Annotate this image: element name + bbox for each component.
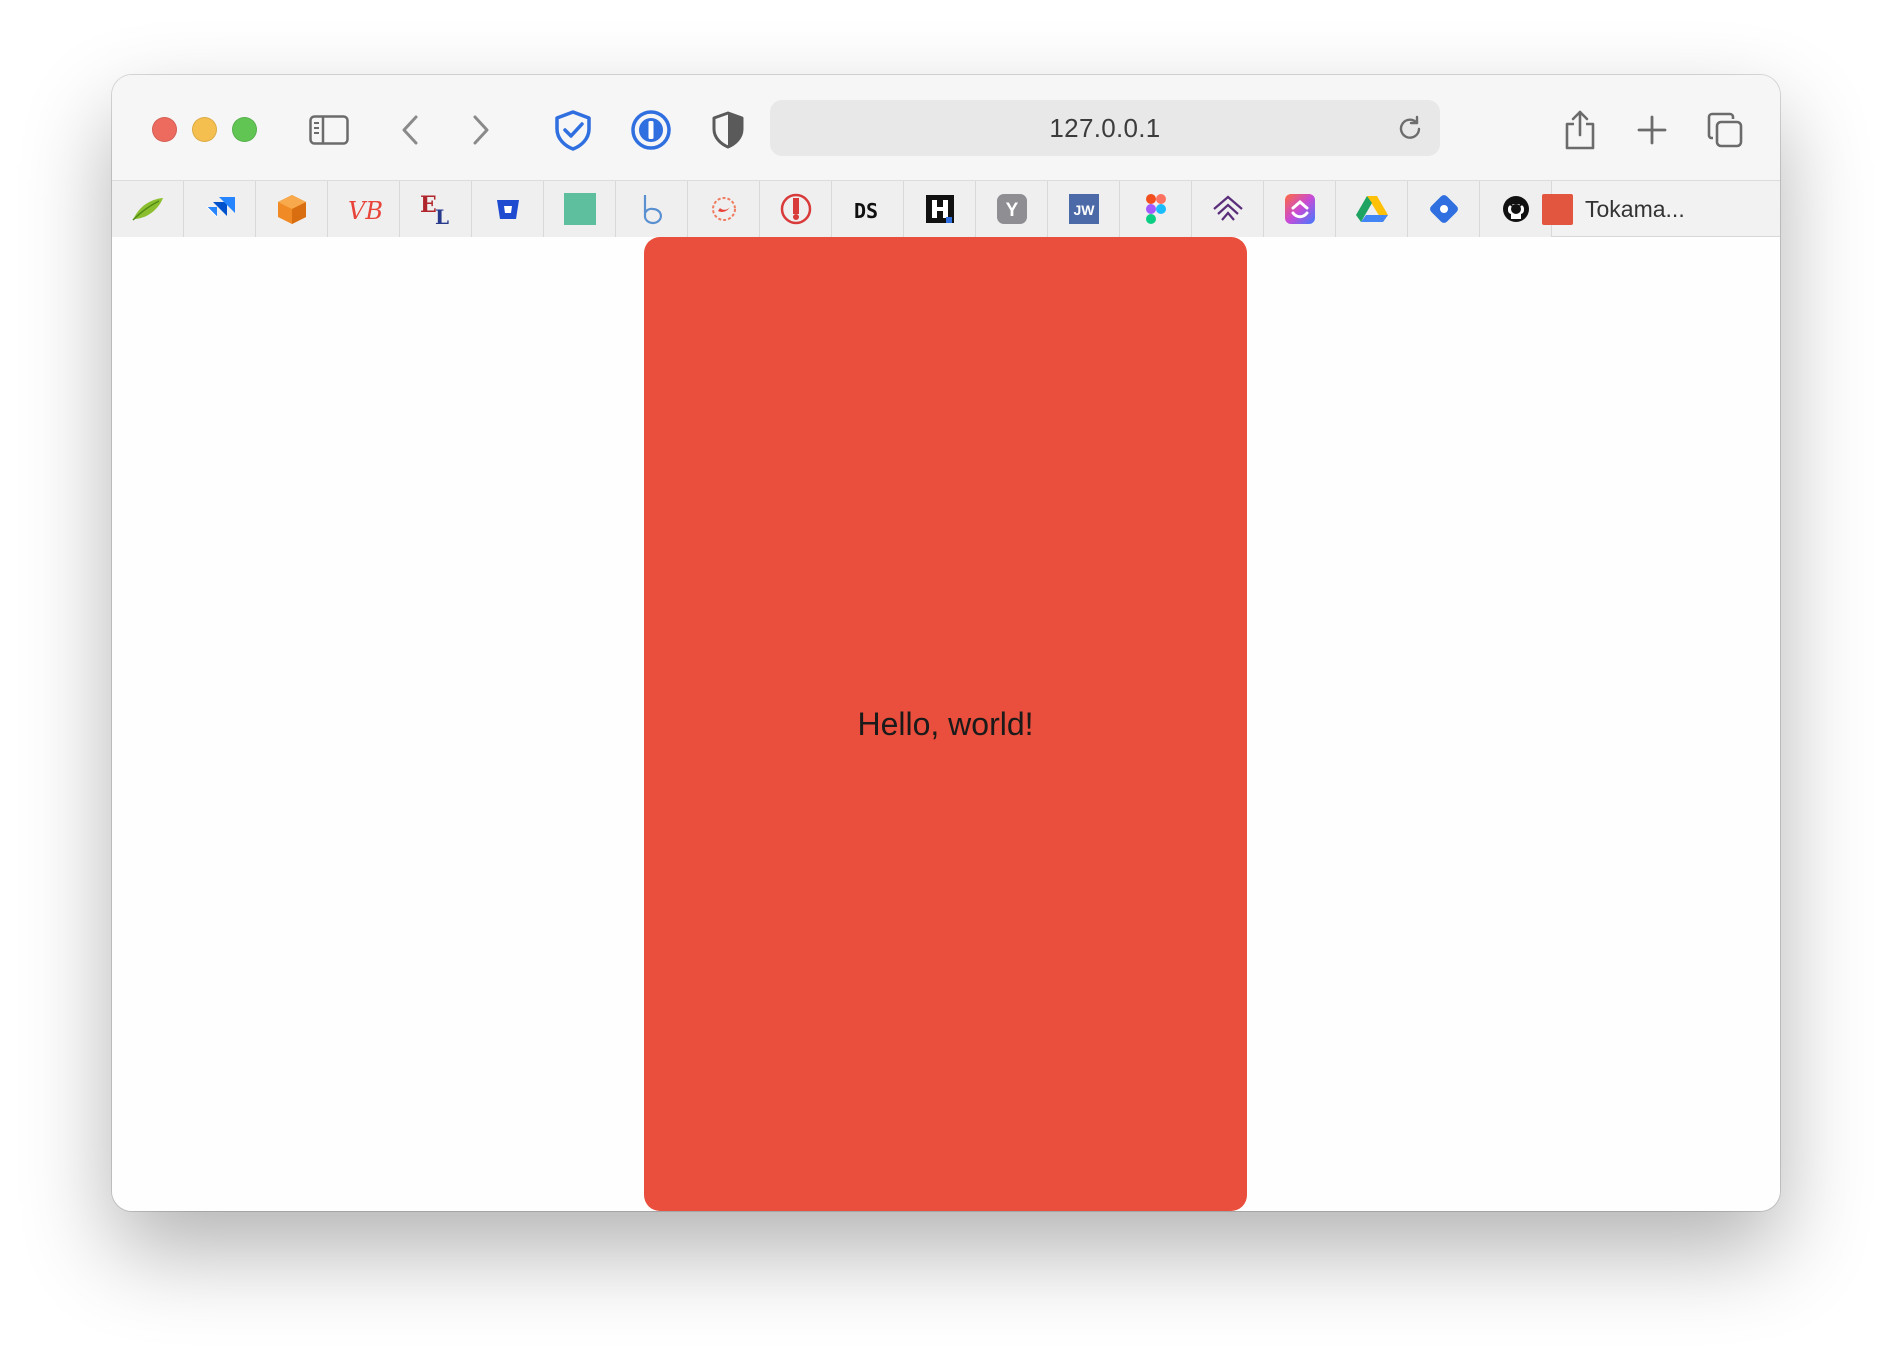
plus-icon [1637,115,1667,145]
sidebar-toggle-button[interactable] [306,107,352,153]
favorite-box[interactable] [256,181,328,237]
maximize-window-button[interactable] [232,117,257,142]
el-icon: E L [420,192,449,226]
favorite-swift[interactable] [688,181,760,237]
b-icon [643,195,662,225]
favorite-b[interactable] [616,181,688,237]
favorite-h[interactable] [904,181,976,237]
favorite-ds[interactable]: DS [832,181,904,237]
reload-icon[interactable] [1396,114,1424,142]
svg-text:JW: JW [1073,202,1095,218]
sidebar-icon [309,115,349,145]
favorites-bar: VB E L DS Y JW Tokama... [112,180,1780,237]
favorite-google-drive[interactable] [1336,181,1408,237]
jw-icon: JW [1068,194,1099,224]
figma-icon [1145,194,1166,224]
address-bar[interactable]: 127.0.0.1 [770,100,1440,156]
favorite-red-circle[interactable] [760,181,832,237]
favorite-vb[interactable]: VB [328,181,400,237]
1password-icon [631,110,671,150]
favorite-clickup[interactable] [1264,181,1336,237]
layers-icon [1212,195,1243,221]
google-drive-icon [1355,196,1388,222]
favorite-jira[interactable] [184,181,256,237]
green-square-icon [563,193,596,225]
address-url: 127.0.0.1 [1049,112,1161,143]
content-blocker-extension[interactable] [705,107,751,153]
ds-icon: DS [854,199,878,223]
github-icon [1502,196,1529,222]
h-icon [925,195,954,223]
svg-text:DS: DS [854,199,878,223]
close-window-button[interactable] [152,117,177,142]
bitbucket-icon [496,200,519,219]
favorite-jw[interactable]: JW [1048,181,1120,237]
vb-icon: VB [348,197,382,224]
clickup-icon [1284,194,1315,224]
browser-window: 127.0.0.1 VB E L DS Y JW Tokama... Hello… [112,75,1780,1211]
browser-toolbar: 127.0.0.1 [112,75,1780,180]
favorite-el[interactable]: E L [400,181,472,237]
hello-card: Hello, world! [644,237,1247,1211]
bookmark-tab-tokama[interactable]: Tokama... [1542,181,1742,237]
swift-icon [711,197,736,221]
half-shield-icon [712,111,744,149]
favorite-blue-diamond[interactable] [1408,181,1480,237]
favorite-figma[interactable] [1120,181,1192,237]
leaf-icon [131,198,163,221]
svg-text:Y: Y [1005,200,1018,221]
chevron-right-icon [473,115,489,145]
svg-text:L: L [435,205,449,226]
blue-diamond-icon [1429,195,1458,223]
tokama-favicon [1542,193,1573,225]
new-tab-button[interactable] [1629,107,1675,153]
favorite-leaf[interactable] [112,181,184,237]
jira-icon [206,197,235,218]
svg-text:VB: VB [348,197,382,224]
hello-text: Hello, world! [857,705,1034,742]
password-manager-extension[interactable] [628,107,674,153]
share-button[interactable] [1557,107,1603,153]
box-icon [277,195,306,224]
favorite-y[interactable]: Y [976,181,1048,237]
y-icon: Y [996,194,1027,224]
chevron-left-icon [402,115,418,145]
bookmark-tab-label: Tokama... [1585,195,1685,222]
favorite-layers[interactable] [1192,181,1264,237]
favorite-green[interactable] [544,181,616,237]
tabs-overview-icon [1707,112,1743,148]
tab-overview-button[interactable] [1702,107,1748,153]
red-circle-icon [780,193,811,225]
privacy-shield-extension[interactable] [550,107,596,153]
share-icon [1565,110,1595,150]
shield-check-icon [555,110,591,151]
page-content: Hello, world! [112,237,1780,1211]
forward-button[interactable] [458,107,504,153]
favorite-bitbucket[interactable] [472,181,544,237]
back-button[interactable] [387,107,433,153]
minimize-window-button[interactable] [192,117,217,142]
